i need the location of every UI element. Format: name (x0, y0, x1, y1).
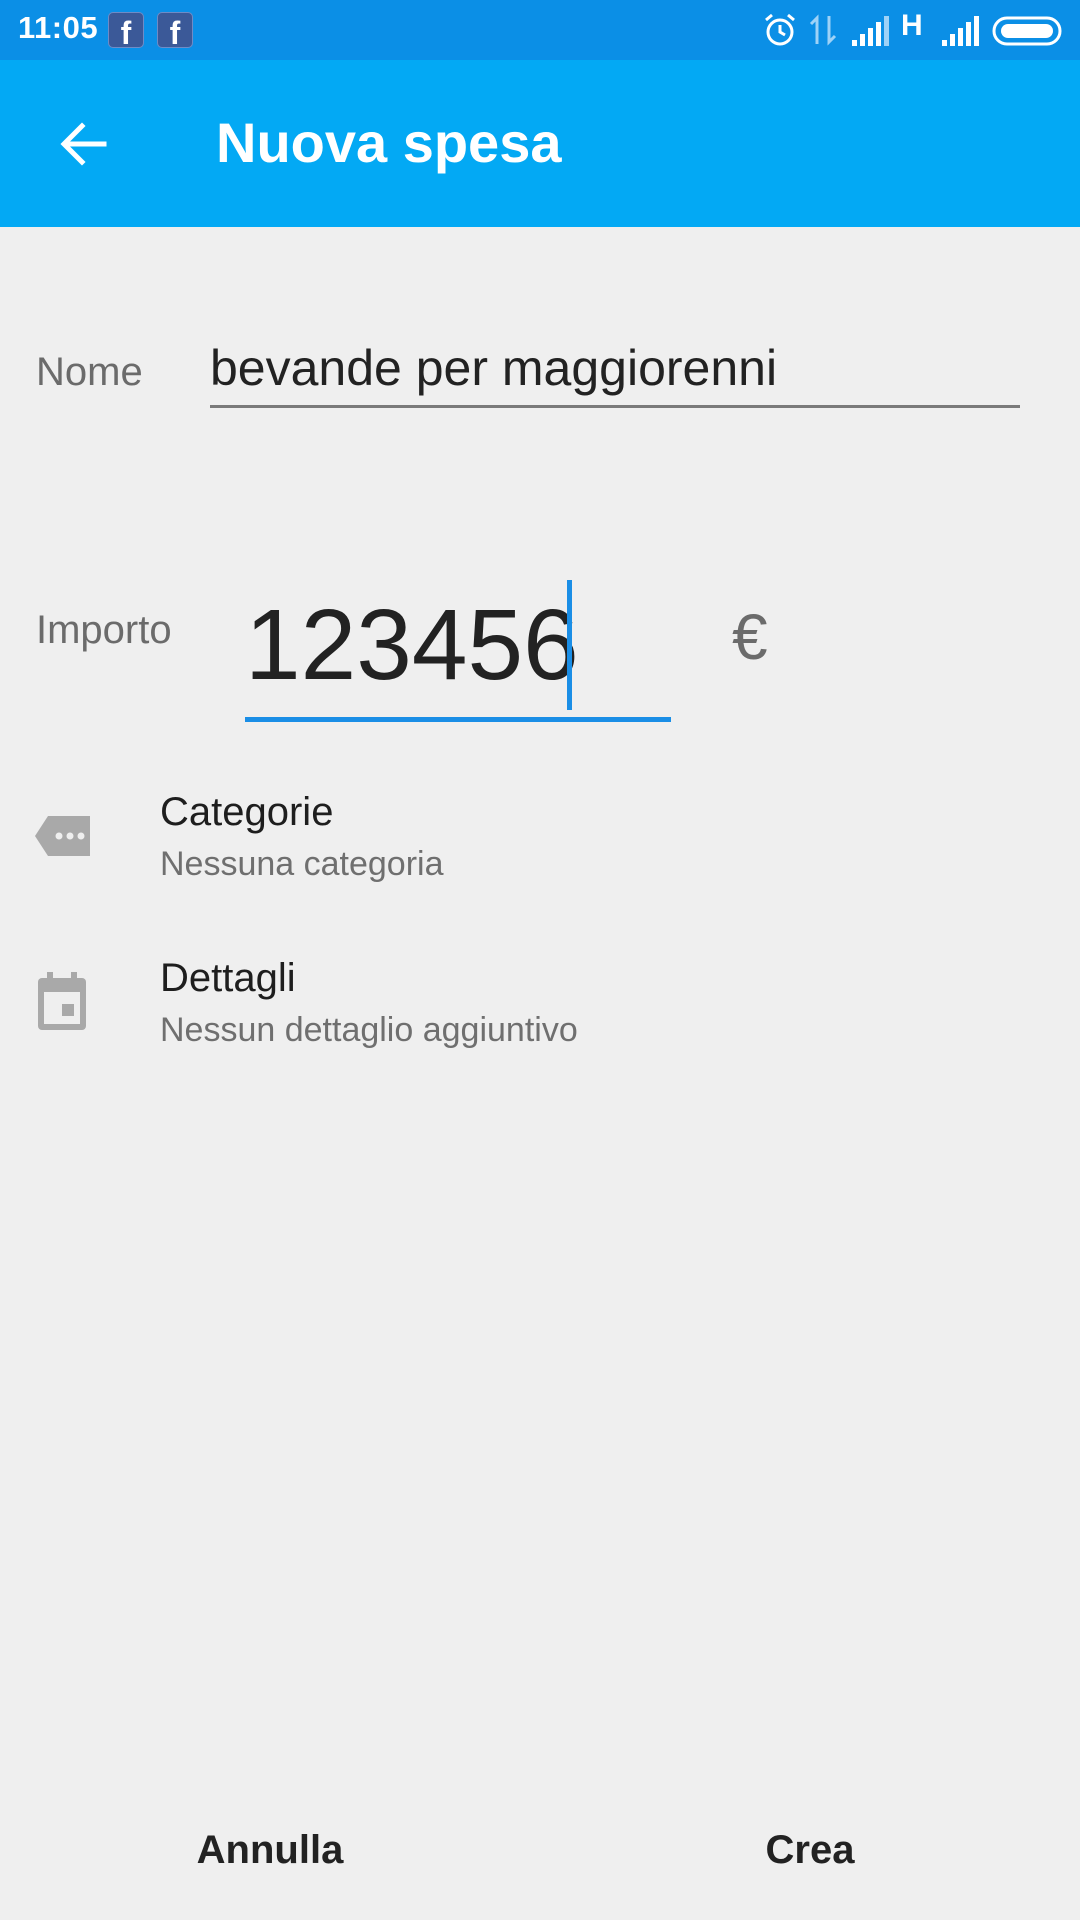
facebook-icon: f (157, 12, 193, 48)
details-title: Dettagli (160, 956, 296, 1000)
page-title: Nuova spesa (216, 111, 562, 174)
calendar-icon (38, 972, 86, 1030)
text-caret (567, 580, 572, 710)
back-button[interactable] (40, 104, 128, 184)
app-bar: Nuova spesa (0, 60, 1080, 227)
create-button[interactable]: Crea (660, 1810, 960, 1890)
name-input[interactable] (210, 330, 1020, 408)
details-subtitle: Nessun dettaglio aggiuntivo (160, 1011, 578, 1049)
cancel-button[interactable]: Annulla (120, 1810, 420, 1890)
status-bar: 11:05 f f H (0, 0, 1080, 60)
facebook-icon: f (108, 12, 144, 48)
amount-value: 123456 (245, 589, 579, 701)
data-transfer-icon (809, 14, 837, 46)
categories-row[interactable]: Categorie Nessuna categoria (0, 790, 1080, 920)
signal-icon (942, 16, 979, 46)
categories-title: Categorie (160, 790, 334, 834)
signal-icon (852, 16, 889, 46)
tag-icon (35, 816, 90, 856)
details-row[interactable]: Dettagli Nessun dettaglio aggiuntivo (0, 956, 1080, 1086)
categories-subtitle: Nessuna categoria (160, 845, 444, 883)
arrow-back-icon (60, 122, 107, 166)
alarm-icon (765, 13, 795, 46)
name-label: Nome (36, 350, 143, 394)
amount-input[interactable]: 123456 (245, 575, 671, 722)
battery-icon (992, 16, 1062, 46)
status-time: 11:05 (18, 10, 99, 45)
amount-label: Importo (36, 608, 172, 652)
currency-symbol: € (732, 601, 768, 673)
network-type: H (901, 9, 923, 42)
